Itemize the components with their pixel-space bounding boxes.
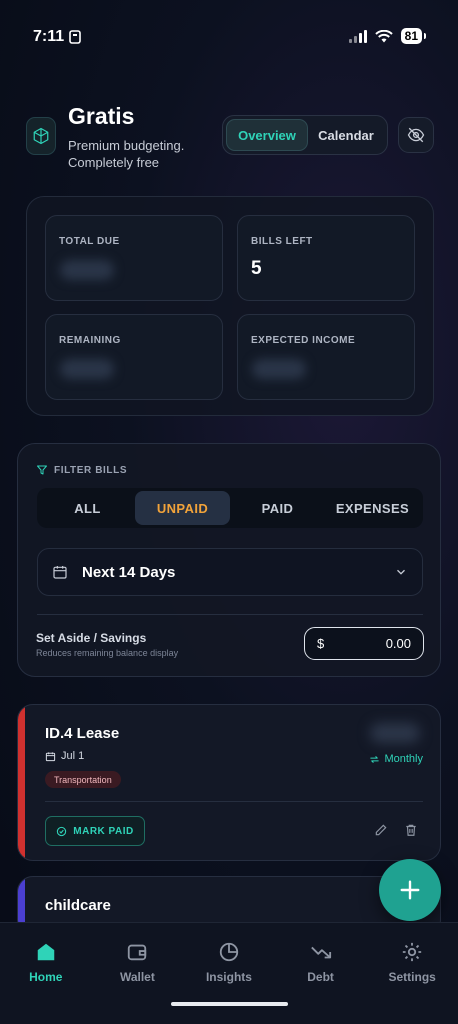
nav-wallet-label: Wallet [119, 970, 155, 984]
view-toggle: Overview Calendar [222, 115, 388, 155]
filter-title: FILTER BILLS [36, 464, 127, 476]
bill-filter-segmented: ALL UNPAID PAID EXPENSES [37, 488, 423, 528]
date-range-value: Next 14 Days [82, 563, 176, 581]
app-title: Gratis [68, 103, 135, 129]
bill-due-date: Jul 1 [45, 750, 84, 762]
battery-cap [424, 33, 426, 39]
expected-income-card: EXPECTED INCOME [237, 314, 415, 400]
expected-income-label: EXPECTED INCOME [251, 335, 356, 346]
total-due-hidden-value [60, 260, 114, 280]
nav-settings-label: Settings [388, 970, 436, 984]
hide-amounts-button[interactable] [398, 117, 434, 153]
remaining-label: REMAINING [59, 335, 121, 346]
filter-icon [37, 465, 47, 475]
add-bill-button[interactable] [379, 859, 441, 921]
nav-debt-label: Debt [307, 970, 334, 984]
remaining-card: REMAINING [45, 314, 223, 400]
bill-frequency-text: Monthly [384, 753, 423, 765]
divider [45, 801, 423, 802]
divider [37, 614, 423, 615]
filter-paid[interactable]: PAID [230, 491, 325, 525]
mark-paid-label: MARK PAID [73, 825, 134, 837]
trash-icon[interactable] [404, 823, 418, 837]
nav-wallet[interactable]: Wallet [92, 923, 184, 1024]
bill-actions [374, 823, 418, 837]
edit-icon[interactable] [374, 823, 388, 837]
currency-symbol: $ [317, 636, 325, 651]
bill-date-text: Jul 1 [61, 750, 85, 762]
filter-expenses[interactable]: EXPENSES [325, 491, 420, 525]
bill-color-stripe [18, 705, 25, 860]
nav-insights[interactable]: Insights [183, 923, 275, 1024]
eye-off-icon [407, 127, 425, 143]
savings-title: Set Aside / Savings [36, 631, 147, 645]
bill-card[interactable]: ID.4 Lease Jul 1 Transportation Monthly … [17, 704, 441, 861]
bills-left-label: BILLS LEFT [251, 236, 313, 247]
nav-settings[interactable]: Settings [366, 923, 458, 1024]
nav-home[interactable]: Home [0, 923, 92, 1024]
app-logo [26, 117, 56, 155]
app-tagline: Premium budgeting. Completely free [68, 138, 185, 170]
summary-panel: TOTAL DUE BILLS LEFT 5 REMAINING EXPECTE… [26, 196, 434, 416]
calendar-icon [53, 566, 67, 579]
savings-amount: 0.00 [385, 636, 411, 651]
tab-overview[interactable]: Overview [226, 119, 308, 151]
trending-down-icon [310, 946, 331, 959]
savings-subtitle: Reduces remaining balance display [36, 648, 179, 658]
repeat-icon [370, 755, 380, 763]
app-header: Gratis Premium budgeting. Completely fre… [26, 103, 436, 173]
nav-home-label: Home [29, 970, 63, 984]
check-circle-icon [57, 826, 67, 836]
nav-debt[interactable]: Debt [275, 923, 367, 1024]
category-tag: Transportation [45, 771, 121, 788]
plus-icon [400, 880, 420, 900]
bill-name: ID.4 Lease [45, 725, 120, 742]
wifi-icon [374, 29, 393, 42]
cube-icon [33, 127, 49, 145]
filter-unpaid[interactable]: UNPAID [135, 491, 230, 525]
tab-calendar[interactable]: Calendar [308, 119, 384, 151]
gear-icon [403, 942, 422, 962]
wallet-icon [128, 944, 147, 961]
pie-chart-icon [219, 942, 239, 962]
status-time: 7:11 [33, 28, 65, 45]
remaining-hidden-value [60, 359, 114, 379]
calendar-icon [45, 751, 56, 761]
filter-all[interactable]: ALL [40, 491, 135, 525]
bottom-nav: Home Wallet Insights Debt Settings [0, 922, 458, 1024]
mark-paid-button[interactable]: MARK PAID [45, 816, 145, 846]
filter-title-text: FILTER BILLS [54, 464, 128, 476]
focus-icon [69, 30, 81, 44]
bills-left-value: 5 [251, 258, 262, 279]
bill-name: childcare [45, 897, 111, 914]
status-bar: 7:11 81 [0, 0, 458, 60]
signal-icon [348, 29, 367, 43]
chevron-down-icon [397, 569, 405, 575]
filter-panel: FILTER BILLS ALL UNPAID PAID EXPENSES Ne… [17, 443, 441, 677]
expected-income-hidden-value [252, 359, 306, 379]
total-due-label: TOTAL DUE [59, 236, 120, 247]
date-range-select[interactable]: Next 14 Days [37, 548, 423, 596]
home-indicator [171, 1002, 288, 1006]
battery-indicator: 81 [400, 28, 422, 44]
bill-frequency: Monthly [369, 753, 423, 765]
home-icon [37, 943, 55, 961]
bill-hidden-amount [370, 723, 420, 743]
total-due-card: TOTAL DUE [45, 215, 223, 301]
bills-left-card: BILLS LEFT 5 [237, 215, 415, 301]
nav-insights-label: Insights [205, 970, 252, 984]
savings-input[interactable]: $ 0.00 [304, 627, 424, 660]
